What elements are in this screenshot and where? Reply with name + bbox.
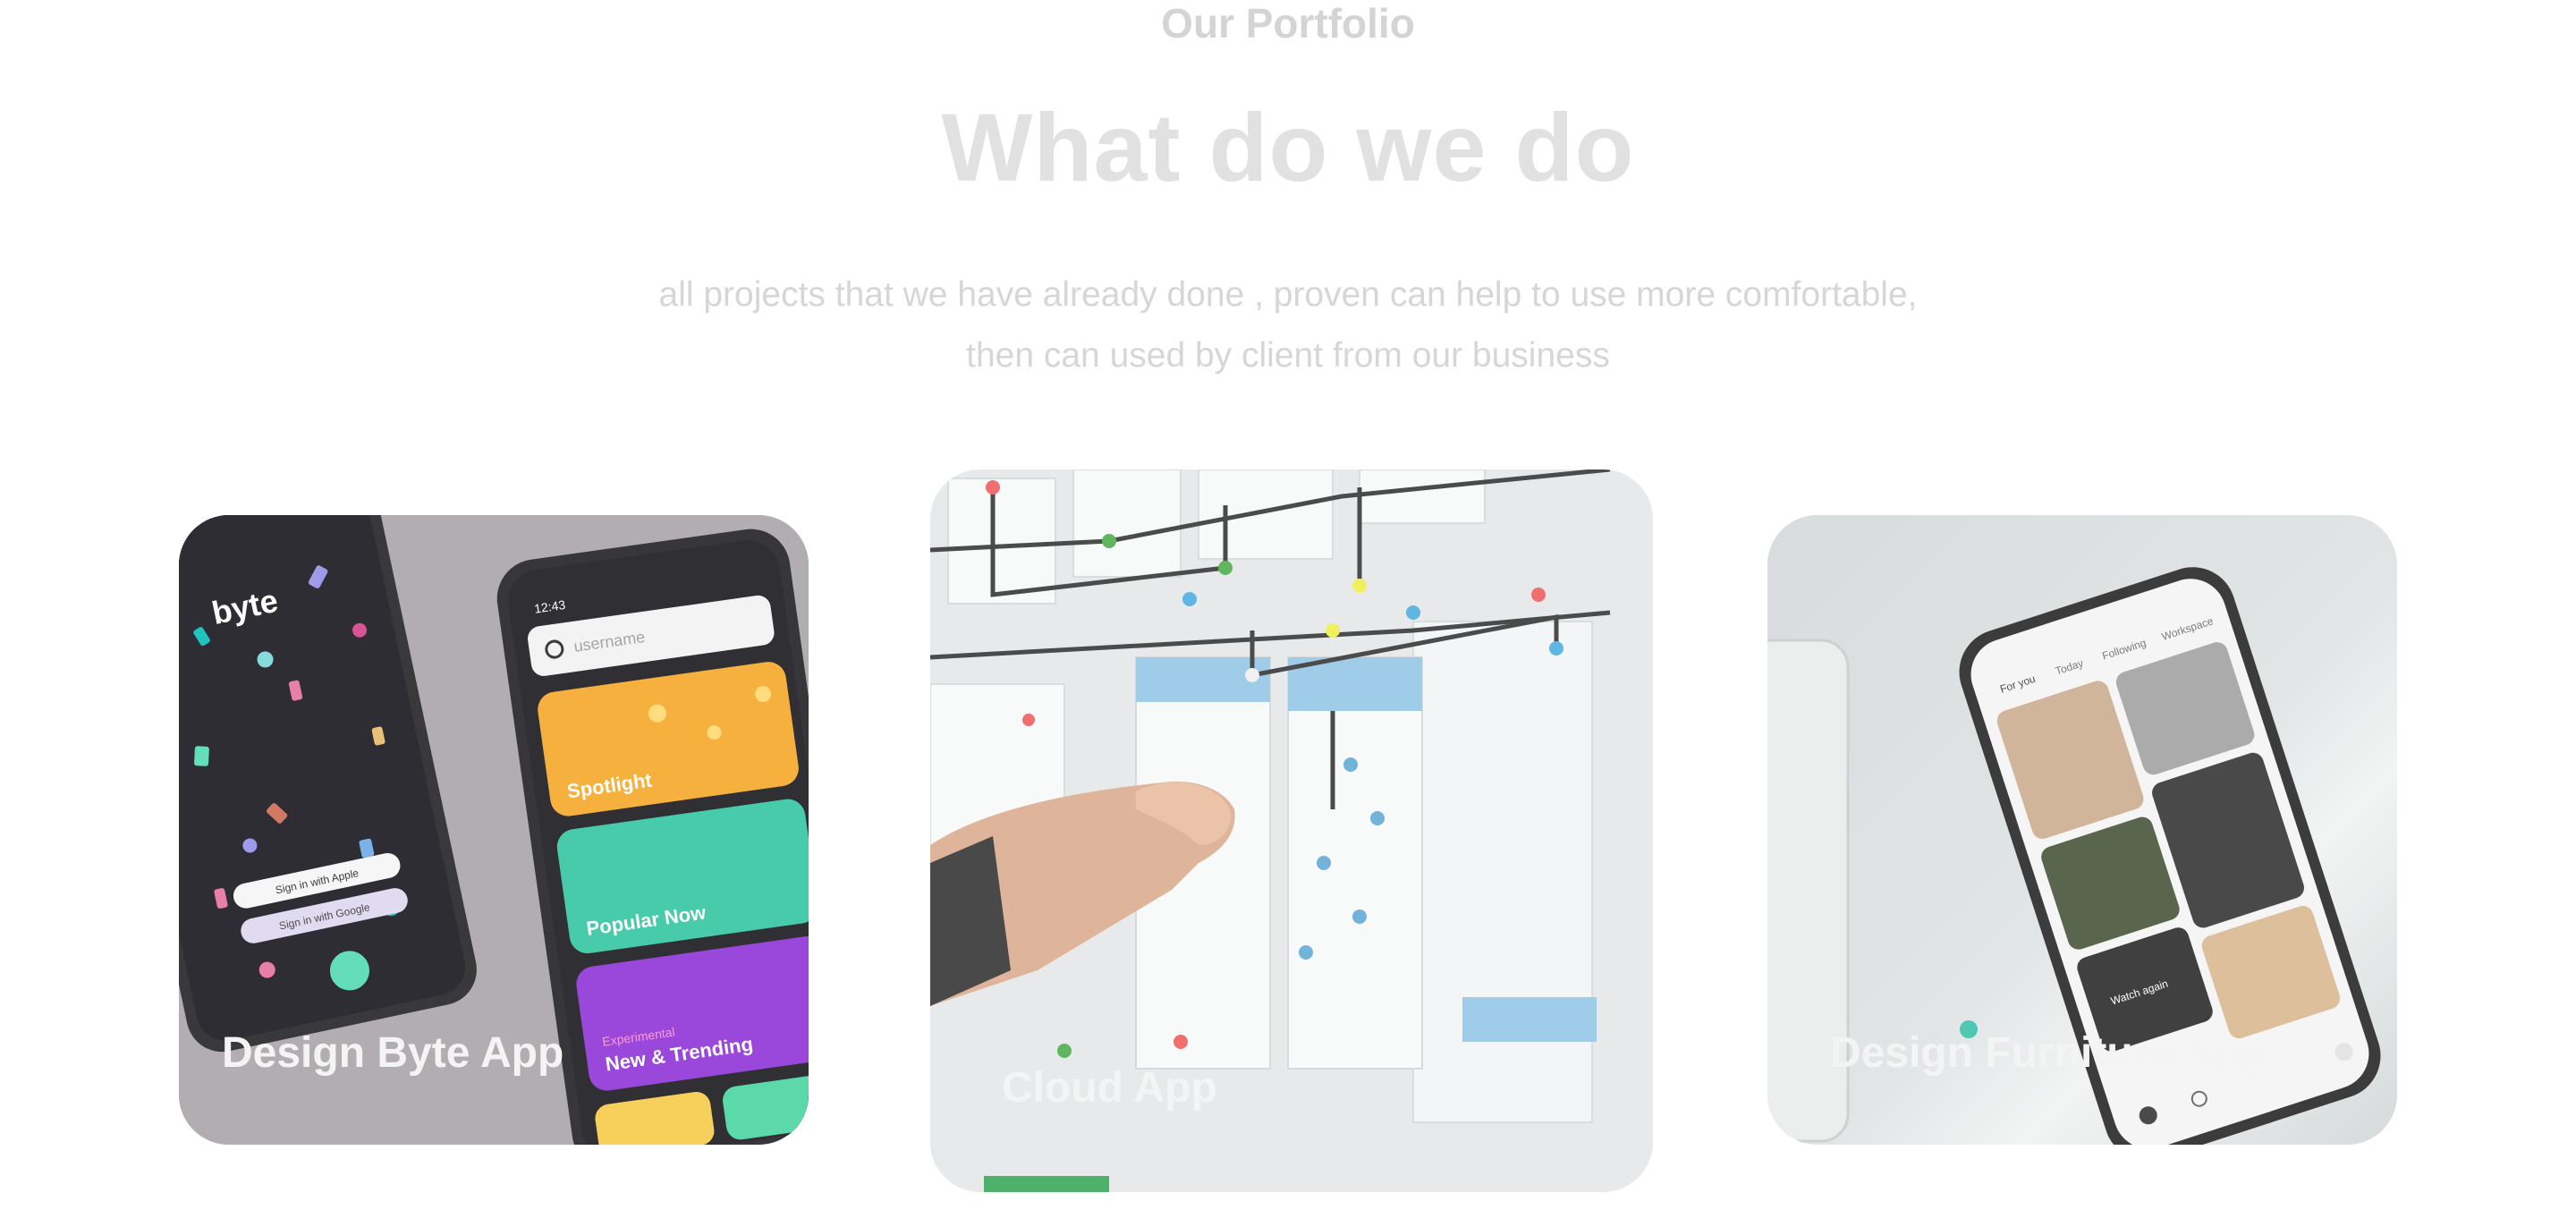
portfolio-section: Our Portfolio What do we do all projects… [0,0,2576,1218]
project-card-cloud[interactable]: Cloud App [930,469,1653,1192]
project-title-byte: Design Byte App [222,1029,564,1077]
project-card-byte[interactable]: byte Sign in with Apple Sign in with Goo… [179,515,809,1145]
project-title-cloud: Cloud App [1002,1064,1217,1112]
section-title: What do we do [941,93,1635,201]
section-eyebrow: Our Portfolio [1161,0,1415,47]
project-title-furniture: Design Furniture App [1830,1029,2267,1077]
section-subtitle: all projects that we have already done ,… [658,275,1918,375]
project-card-furniture[interactable]: For you Today Following Workspace Watch … [1767,515,2397,1145]
